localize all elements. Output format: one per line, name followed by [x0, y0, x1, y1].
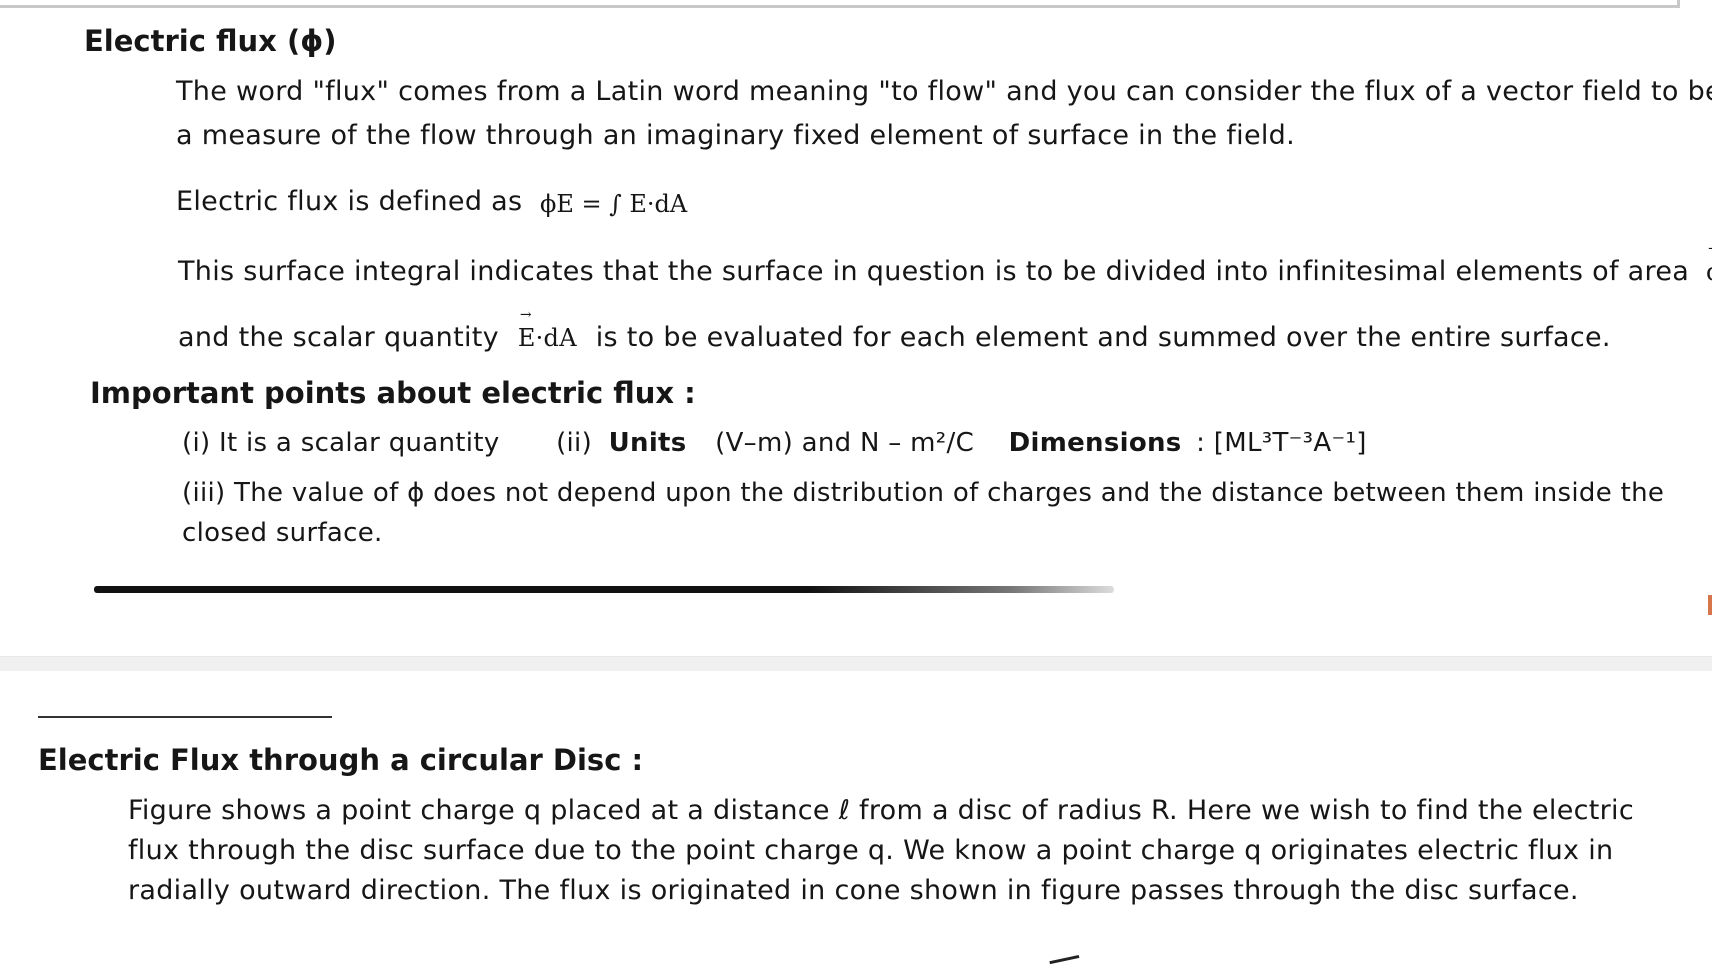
section-heading-circular-disc: Electric Flux through a circular Disc :: [38, 743, 644, 777]
disc-line-2: flux through the disc surface due to the…: [128, 835, 1614, 866]
intro-line-2: a measure of the flow through an imagina…: [176, 120, 1295, 151]
disc-line-1: Figure shows a point charge q placed at …: [128, 795, 1634, 826]
page-edge-mark: [1708, 595, 1712, 615]
page-separator: [0, 657, 1712, 671]
area-element-symbol: dA: [1706, 241, 1712, 286]
integral-line-1-text: This surface integral indicates that the…: [178, 256, 1690, 287]
integral-line-2-post: is to be evaluated for each element and …: [595, 322, 1611, 353]
section-end-rule: [94, 586, 1114, 593]
point-scalar: (i) It is a scalar quantity: [182, 428, 500, 458]
point-three-line-1: (iii) The value of ϕ does not depend upo…: [182, 478, 1665, 508]
header-rule: [38, 716, 332, 718]
units-value: (V–m) and N – m²/C: [715, 428, 975, 458]
dimensions-value: : [ML³T⁻³A⁻¹]: [1196, 428, 1367, 458]
definition-label: Electric flux is defined as: [176, 186, 523, 217]
point-units-label: (ii): [556, 428, 593, 458]
integral-line-2-pre: and the scalar quantity: [178, 322, 499, 353]
page-two: Electric Flux through a circular Disc : …: [0, 671, 1712, 970]
points-row: (i) It is a scalar quantity (ii) Units (…: [182, 428, 1367, 458]
disc-line-3: radially outward direction. The flux is …: [128, 875, 1579, 906]
integral-line-2: and the scalar quantity E·dA is to be ev…: [178, 307, 1611, 353]
figure-fragment: [1049, 954, 1081, 970]
point-three-line-2: closed surface.: [182, 518, 383, 548]
integral-line-1: This surface integral indicates that the…: [178, 241, 1712, 287]
section-heading-electric-flux: Electric flux (ϕ): [84, 24, 337, 58]
intro-line-1: The word "flux" comes from a Latin word …: [176, 76, 1712, 107]
important-points-heading: Important points about electric flux :: [90, 376, 696, 410]
dimensions-label: Dimensions: [1008, 428, 1182, 458]
page-one: Electric flux (ϕ) The word "flux" comes …: [0, 0, 1712, 657]
page-top-border: [0, 0, 1680, 8]
dot-product-symbol: E·dA: [518, 307, 577, 352]
definition-formula: ϕE = ∫ E·dA: [540, 190, 688, 218]
units-label: Units: [608, 428, 687, 458]
